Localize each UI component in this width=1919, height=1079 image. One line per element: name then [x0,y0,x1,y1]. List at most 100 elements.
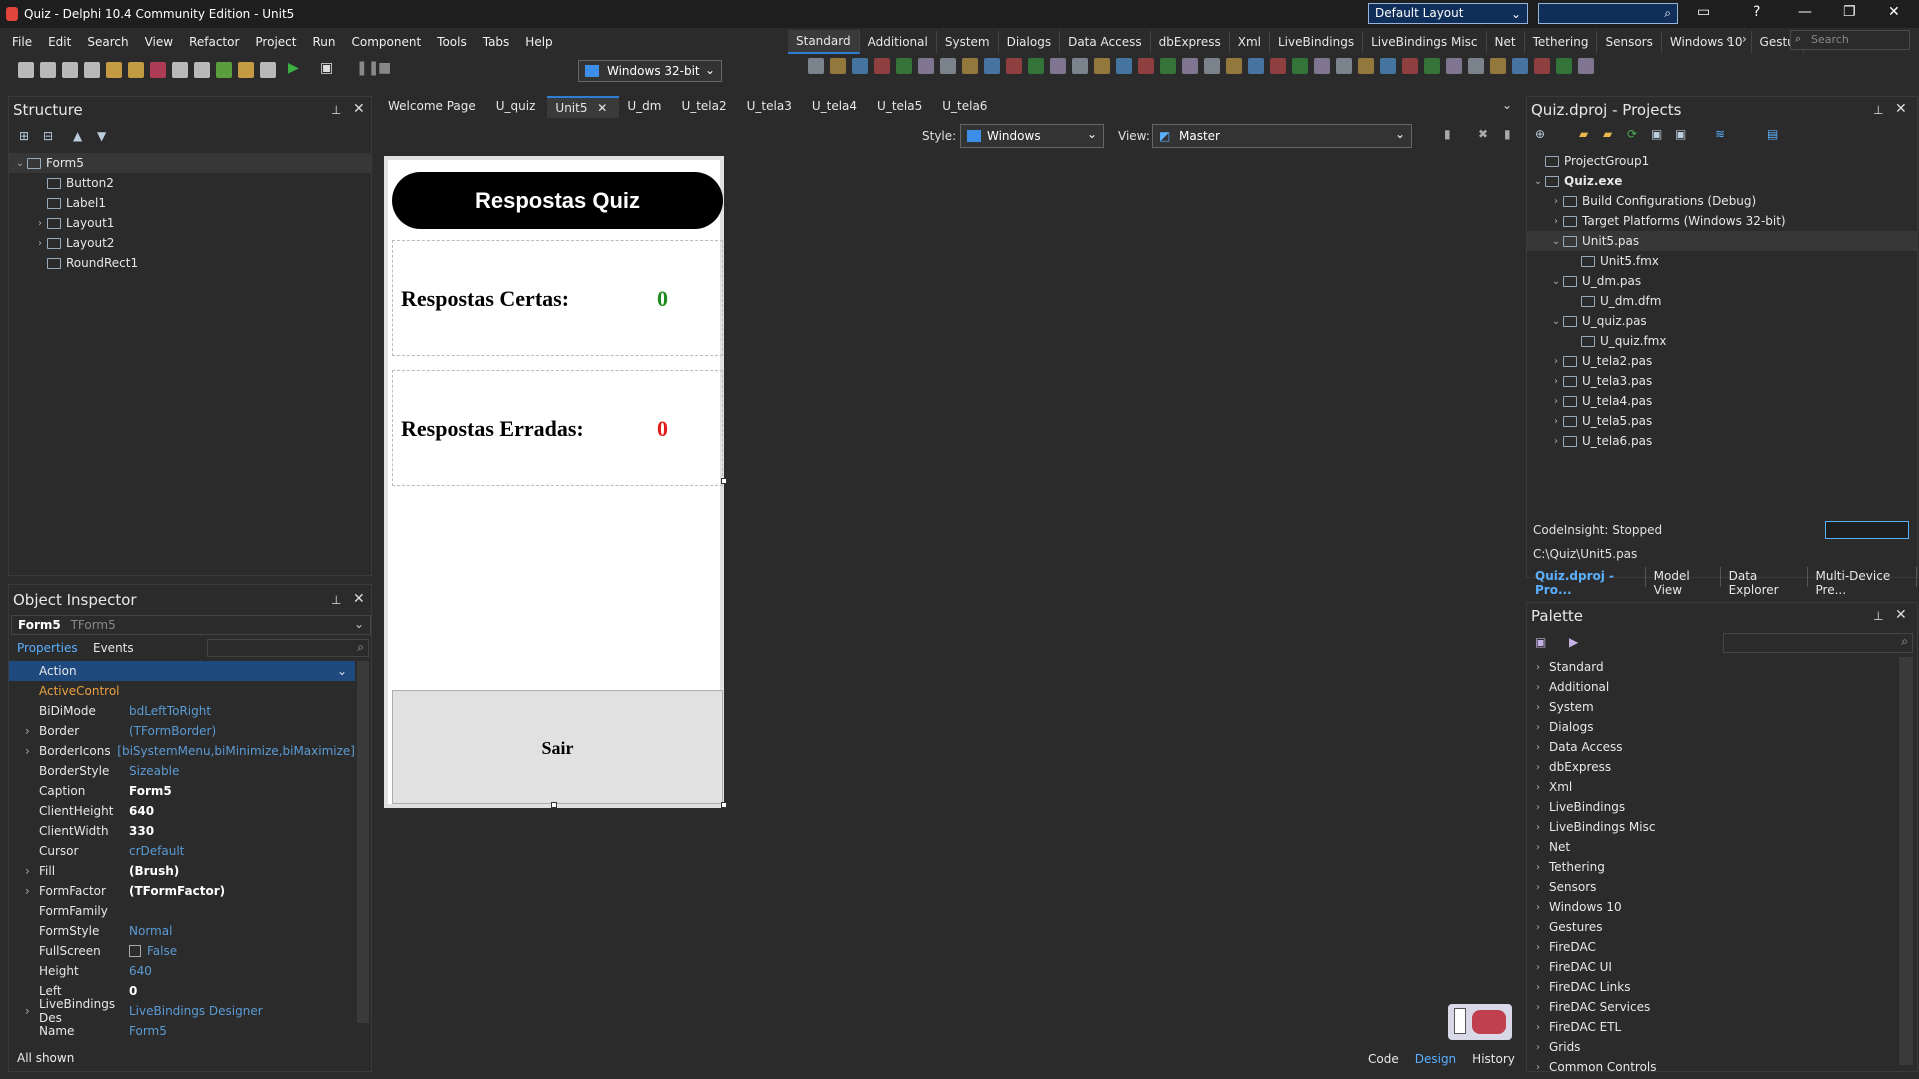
property-row[interactable]: › BorderIcons [biSystemMenu,biMinimize,biM… [9,741,355,761]
project-item[interactable]: › U_tela4.pas [1527,391,1917,411]
tree-caret-icon[interactable]: › [33,238,47,249]
component-tab[interactable]: Sensors [1597,31,1662,53]
tree-caret-icon[interactable]: ⌄ [1549,316,1563,327]
arrow-down-icon[interactable]: ▼ [97,129,106,143]
toolbar-icon[interactable] [128,62,144,78]
add-project-icon[interactable]: ⊕ [1535,127,1545,141]
projects-bottom-tab[interactable]: Data Explorer [1721,567,1808,597]
close-window-icon[interactable]: ✕ [1888,4,1900,20]
style-select[interactable]: Windows ⌄ [960,124,1104,148]
tree-caret-icon[interactable]: › [33,218,47,229]
component-icon[interactable] [918,58,934,74]
inspector-scrollbar[interactable] [357,661,369,1023]
component-icon[interactable] [1072,58,1088,74]
project-item[interactable]: U_dm.dfm [1527,291,1917,311]
component-icon[interactable] [1468,58,1484,74]
object-selector[interactable]: Form5 TForm5 ⌄ [11,615,371,635]
tabs-right-icon[interactable]: › [1742,32,1747,46]
project-item[interactable]: › Build Configurations (Debug) [1527,191,1917,211]
project-item[interactable]: › U_tela6.pas [1527,431,1917,451]
structure-item[interactable]: Button2 [9,173,371,193]
component-icon[interactable] [1578,58,1594,74]
view-tab-code[interactable]: Code [1360,1050,1407,1068]
project-item[interactable]: ⌄ U_dm.pas [1527,271,1917,291]
component-icon[interactable] [852,58,868,74]
component-icon[interactable] [1028,58,1044,74]
tree-caret-icon[interactable]: › [1549,436,1563,447]
projects-bottom-tab[interactable]: Quiz.dproj - Pro... [1527,567,1646,597]
component-tab[interactable]: Xml [1230,31,1270,53]
component-icon[interactable] [896,58,912,74]
palette-category[interactable]: › Gestures [1527,917,1897,937]
component-icon[interactable] [1314,58,1330,74]
palette-category[interactable]: › Additional [1527,677,1897,697]
expand-icon[interactable]: › [25,744,30,758]
tree-caret-icon[interactable]: ⌄ [1531,176,1545,187]
component-icon[interactable] [1116,58,1132,74]
property-value[interactable]: False [147,944,177,958]
close-icon[interactable]: ✕ [1895,607,1907,623]
stop-icon[interactable]: ■ [378,60,391,76]
component-icon[interactable] [874,58,890,74]
menu-item[interactable]: Tools [437,35,467,49]
palette-category[interactable]: › Data Access [1527,737,1897,757]
sair-button[interactable]: Sair [392,690,723,804]
component-tab[interactable]: Net [1487,31,1525,53]
tree-caret-icon[interactable]: › [1549,356,1563,367]
component-icon[interactable] [1534,58,1550,74]
pointer-icon[interactable]: ▶ [1569,635,1578,649]
resize-handle[interactable] [721,478,727,484]
component-tab[interactable]: System [937,31,999,53]
tree-caret-icon[interactable]: ⌄ [1549,276,1563,287]
component-icon[interactable] [1380,58,1396,74]
component-icon[interactable] [1226,58,1242,74]
view-select[interactable]: ◩ Master ⌄ [1152,124,1412,148]
checkbox[interactable] [129,945,141,957]
monitor-icon[interactable]: ▭ [1697,4,1710,20]
collapse-icon[interactable]: ⊟ [43,129,53,143]
tree-caret-icon[interactable]: › [1549,416,1563,427]
toolbar-icon[interactable] [40,62,56,78]
view-tab-history[interactable]: History [1464,1050,1523,1068]
palette-category[interactable]: › Sensors [1527,877,1897,897]
property-row[interactable]: Cursor crDefault [9,841,355,861]
component-tab[interactable]: LiveBindings Misc [1363,31,1487,53]
open-folder-icon[interactable]: ▰ [1579,127,1588,141]
component-icon[interactable] [1556,58,1572,74]
layout1[interactable]: Respostas Certas: 0 [392,240,723,356]
editor-tab[interactable]: U_tela2 [673,96,738,118]
expand-icon[interactable]: › [25,864,30,878]
component-icon[interactable] [1424,58,1440,74]
property-value[interactable]: 640 [129,804,154,818]
expand-icon[interactable]: › [25,1004,30,1018]
palette-search-input[interactable]: ⌕ [1723,633,1913,653]
device-preview-thumbnail[interactable] [1448,1004,1512,1040]
project-item[interactable]: ProjectGroup1 [1527,151,1917,171]
property-search-input[interactable]: ⌕ [207,639,369,657]
toolbar-icon[interactable] [216,62,232,78]
property-value[interactable]: (Brush) [129,864,179,878]
close-icon[interactable]: ✕ [593,101,607,115]
property-row[interactable]: ClientWidth 330 [9,821,355,841]
property-row[interactable]: FormFamily [9,901,355,921]
component-tab[interactable]: LiveBindings [1270,31,1364,53]
property-value[interactable]: bdLeftToRight [129,704,211,718]
toolbar-icon[interactable] [18,62,34,78]
project-item[interactable]: ⌄ Quiz.exe [1527,171,1917,191]
device-icon[interactable]: ▮ [1444,127,1451,141]
sort-icon[interactable]: ≋ [1715,127,1725,141]
restore-icon[interactable]: ❐ [1843,4,1856,20]
projects-bottom-tab[interactable]: Multi-Device Pre... [1808,567,1917,597]
structure-item[interactable]: RoundRect1 [9,253,371,273]
menu-item[interactable]: Refactor [189,35,239,49]
build-icon[interactable]: ▣ [1651,127,1662,141]
editor-tab[interactable]: U_tela4 [804,96,869,118]
toolbar-icon[interactable] [62,62,78,78]
platform-select[interactable]: Windows 32-bit ⌄ [578,60,722,82]
project-item[interactable]: › U_tela5.pas [1527,411,1917,431]
palette-category[interactable]: › Common Controls [1527,1057,1897,1077]
toolbar-icon[interactable] [106,62,122,78]
component-icon[interactable] [1446,58,1462,74]
project-item[interactable]: ⌄ U_quiz.pas [1527,311,1917,331]
resize-handle[interactable] [721,802,727,808]
